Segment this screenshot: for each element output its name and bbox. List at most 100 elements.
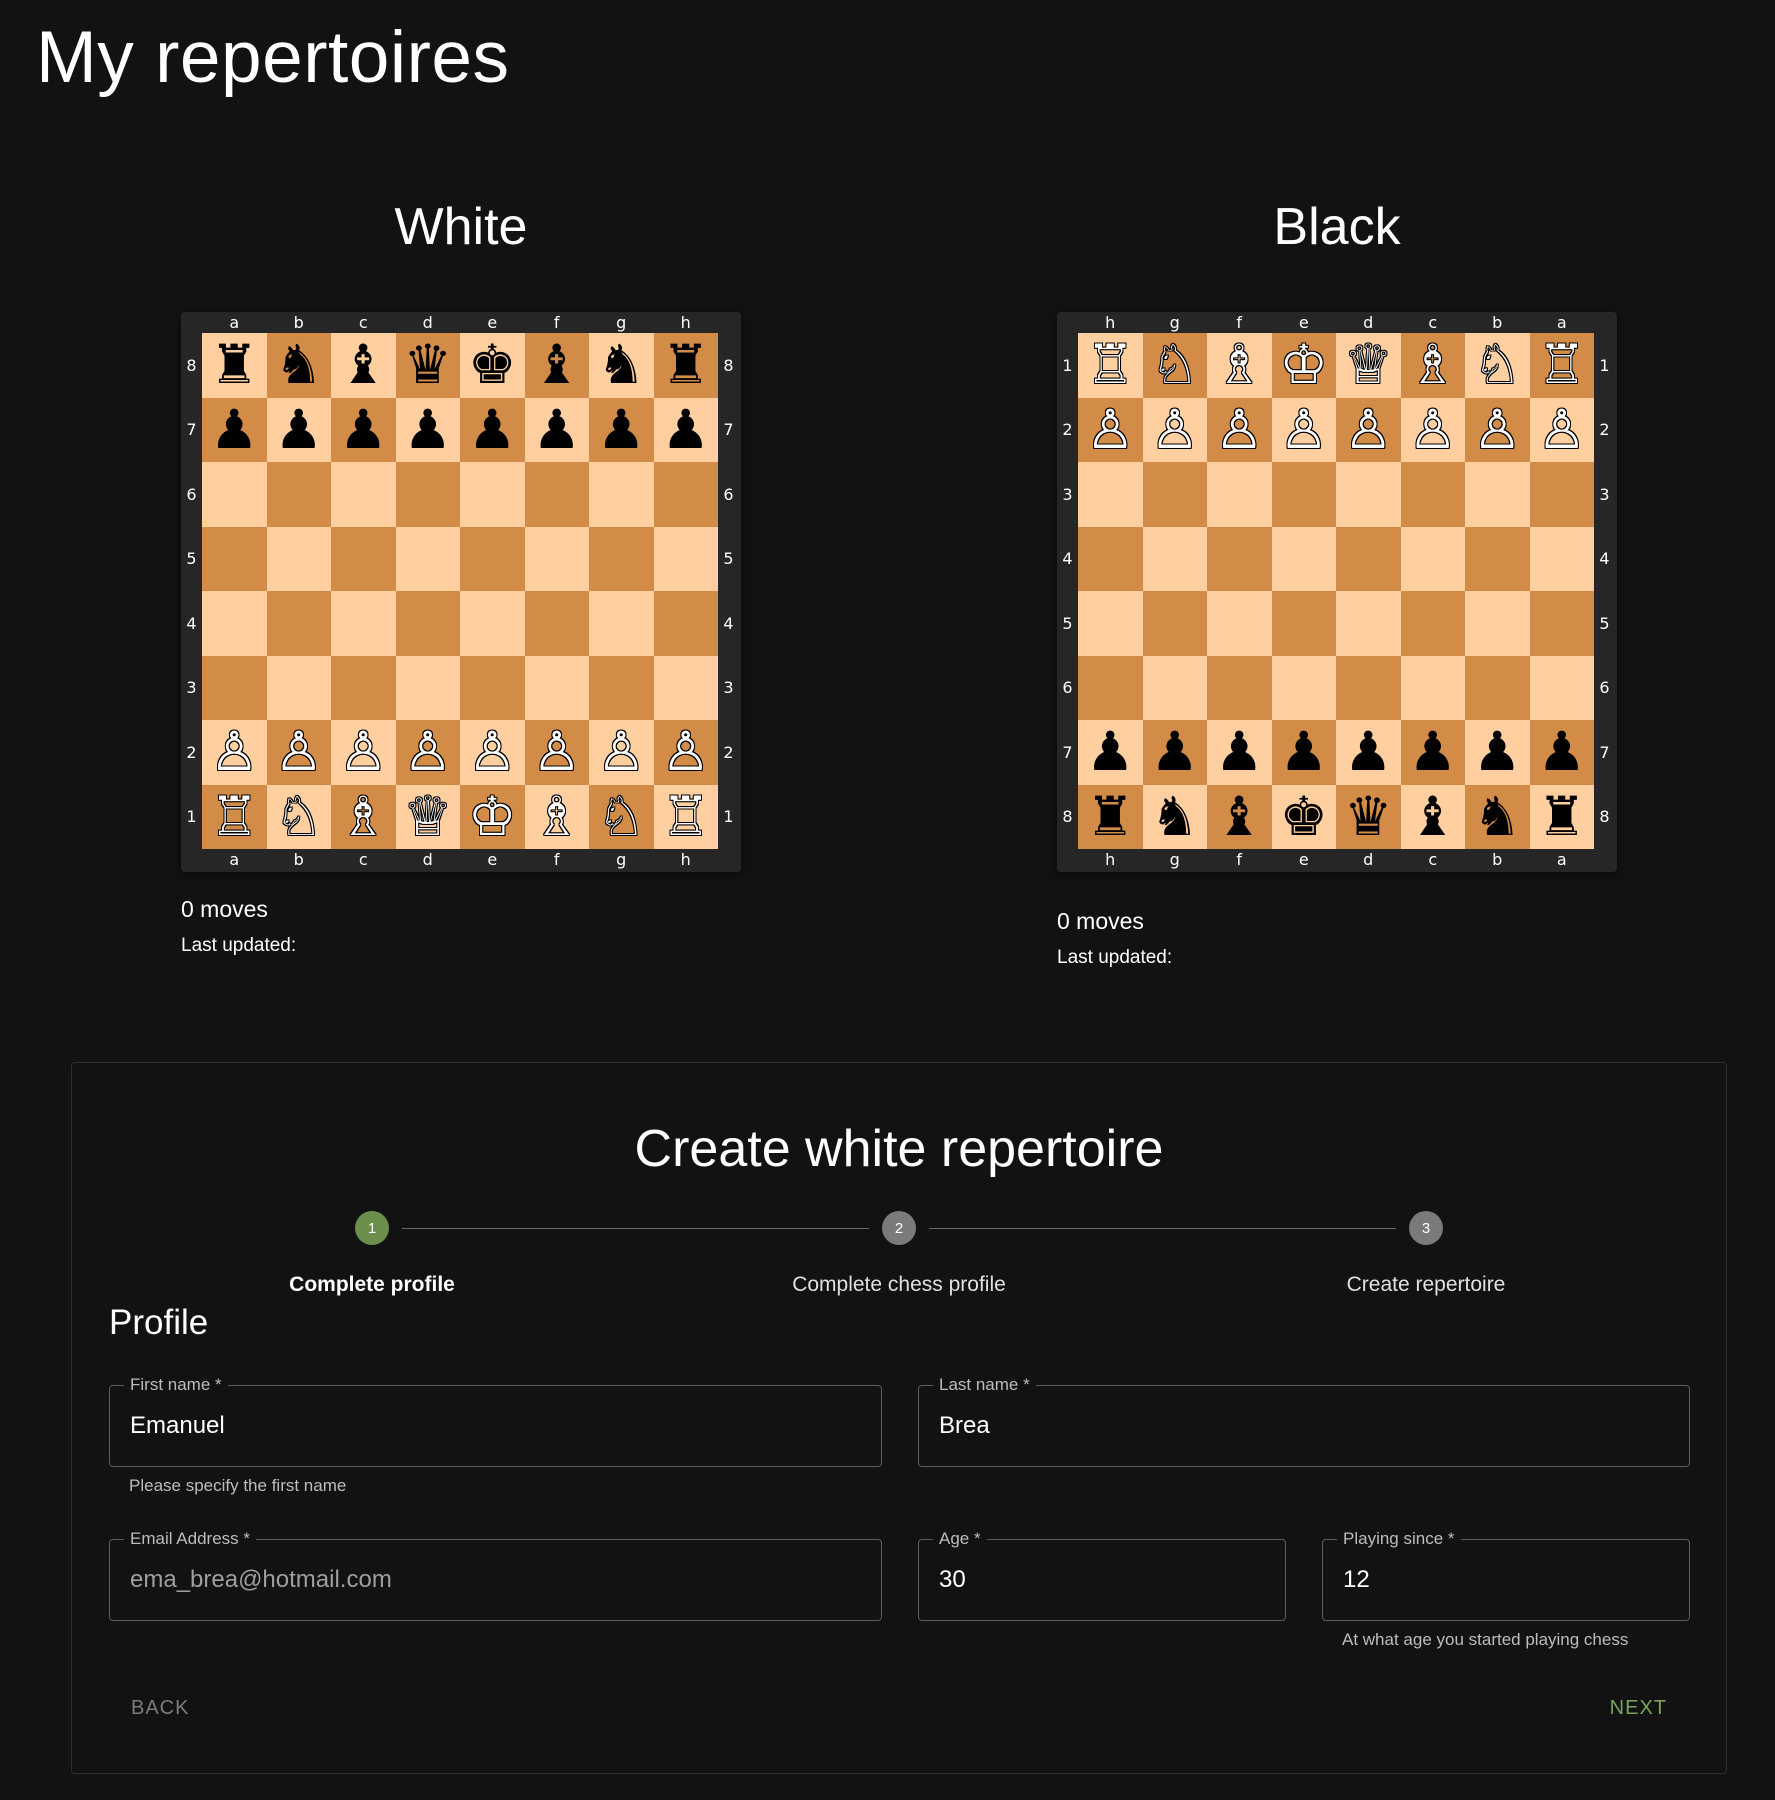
black-knight-icon[interactable]: ♞ xyxy=(1151,789,1199,844)
board-square-e4[interactable] xyxy=(1271,526,1336,591)
black-pawn-icon[interactable]: ♟ xyxy=(1151,725,1199,779)
black-rook-icon[interactable]: ♜ xyxy=(1086,789,1134,844)
back-button[interactable]: BACK xyxy=(123,1691,197,1726)
board-square-d1[interactable]: ♕ xyxy=(395,784,460,849)
board-square-b4[interactable] xyxy=(266,591,331,656)
white-pawn-icon[interactable]: ♙ xyxy=(1151,402,1199,457)
board-square-c5[interactable] xyxy=(1400,591,1465,656)
white-knight-icon[interactable]: ♘ xyxy=(1151,338,1199,392)
board-square-c7[interactable]: ♟ xyxy=(331,397,396,462)
board-square-g7[interactable]: ♟ xyxy=(589,397,654,462)
board-square-g2[interactable]: ♙ xyxy=(1142,397,1207,462)
board-square-a4[interactable] xyxy=(1529,526,1594,591)
black-pawn-icon[interactable]: ♟ xyxy=(1215,725,1263,779)
board-square-b6[interactable] xyxy=(1465,655,1530,720)
board-square-e2[interactable]: ♙ xyxy=(460,720,525,785)
board-square-a5[interactable] xyxy=(1529,591,1594,656)
board-square-d8[interactable]: ♛ xyxy=(395,333,460,398)
black-bishop-icon[interactable]: ♝ xyxy=(1409,789,1457,844)
black-king-icon[interactable]: ♚ xyxy=(468,338,516,392)
board-square-f3[interactable] xyxy=(1207,462,1272,527)
board-square-a7[interactable]: ♟ xyxy=(1529,720,1594,785)
black-rook-icon[interactable]: ♜ xyxy=(210,338,258,392)
chessboard-black[interactable]: h g f e d c b a 1 2 3 4 5 6 7 8 ♖ ♘ ♗ ♔ ♕ ♗ ♘ ♖ ♙ ♙ ♙ ♙ ♙ ♙ ♙ ♙ ♟ ♟ ♟ ♟ ♟ ♟… xyxy=(1057,312,1617,872)
board-square-f7[interactable]: ♟ xyxy=(524,397,589,462)
board-square-a2[interactable]: ♙ xyxy=(1529,397,1594,462)
board-square-b2[interactable]: ♙ xyxy=(1465,397,1530,462)
board-square-g6[interactable] xyxy=(589,462,654,527)
board-square-h2[interactable]: ♙ xyxy=(1078,397,1143,462)
white-pawn-icon[interactable]: ♙ xyxy=(1344,402,1392,457)
black-pawn-icon[interactable]: ♟ xyxy=(597,402,645,457)
white-pawn-icon[interactable]: ♙ xyxy=(1086,402,1134,457)
board-square-c1[interactable]: ♗ xyxy=(1400,333,1465,398)
board-square-f4[interactable] xyxy=(524,591,589,656)
board-square-a8[interactable]: ♜ xyxy=(1529,784,1594,849)
board-square-h1[interactable]: ♖ xyxy=(653,784,718,849)
black-bishop-icon[interactable]: ♝ xyxy=(1215,789,1263,844)
board-square-a4[interactable] xyxy=(202,591,267,656)
board-square-g4[interactable] xyxy=(589,591,654,656)
black-knight-icon[interactable]: ♞ xyxy=(275,338,323,392)
board-square-d6[interactable] xyxy=(395,462,460,527)
white-pawn-icon[interactable]: ♙ xyxy=(339,725,387,779)
black-queen-icon[interactable]: ♛ xyxy=(404,338,452,392)
white-pawn-icon[interactable]: ♙ xyxy=(662,725,710,779)
board-square-d3[interactable] xyxy=(395,655,460,720)
board-square-h2[interactable]: ♙ xyxy=(653,720,718,785)
white-pawn-icon[interactable]: ♙ xyxy=(210,725,258,779)
board-square-a8[interactable]: ♜ xyxy=(202,333,267,398)
board-square-d3[interactable] xyxy=(1336,462,1401,527)
black-pawn-icon[interactable]: ♟ xyxy=(339,402,387,457)
board-square-c6[interactable] xyxy=(331,462,396,527)
board-square-h3[interactable] xyxy=(653,655,718,720)
white-knight-icon[interactable]: ♘ xyxy=(1473,338,1521,392)
board-square-c4[interactable] xyxy=(331,591,396,656)
board-square-g1[interactable]: ♘ xyxy=(1142,333,1207,398)
black-bishop-icon[interactable]: ♝ xyxy=(339,338,387,392)
board-square-a5[interactable] xyxy=(202,526,267,591)
white-knight-icon[interactable]: ♘ xyxy=(597,789,645,844)
board-square-f6[interactable] xyxy=(1207,655,1272,720)
board-square-g5[interactable] xyxy=(589,526,654,591)
board-square-c8[interactable]: ♝ xyxy=(331,333,396,398)
repertoire-white[interactable]: White a b c d e f g h 8 7 6 5 4 3 2 1 ♜ ♞ ♝ ♛ ♚ ♝ ♞ ♜ ♟ ♟ ♟ ♟ ♟ ♟ ♟ ♟… xyxy=(181,190,741,956)
white-bishop-icon[interactable]: ♗ xyxy=(533,789,581,844)
white-rook-icon[interactable]: ♖ xyxy=(1086,338,1134,392)
board-square-c8[interactable]: ♝ xyxy=(1400,784,1465,849)
board-square-b8[interactable]: ♞ xyxy=(1465,784,1530,849)
board-square-b5[interactable] xyxy=(1465,591,1530,656)
white-pawn-icon[interactable]: ♙ xyxy=(1473,402,1521,457)
playing-since-input[interactable] xyxy=(1343,1540,1669,1620)
board-square-a6[interactable] xyxy=(1529,655,1594,720)
white-rook-icon[interactable]: ♖ xyxy=(662,789,710,844)
black-pawn-icon[interactable]: ♟ xyxy=(1473,725,1521,779)
board-square-d4[interactable] xyxy=(395,591,460,656)
white-pawn-icon[interactable]: ♙ xyxy=(275,725,323,779)
board-square-d8[interactable]: ♛ xyxy=(1336,784,1401,849)
white-rook-icon[interactable]: ♖ xyxy=(210,789,258,844)
board-square-d6[interactable] xyxy=(1336,655,1401,720)
board-square-g6[interactable] xyxy=(1142,655,1207,720)
black-bishop-icon[interactable]: ♝ xyxy=(533,338,581,392)
board-square-e3[interactable] xyxy=(1271,462,1336,527)
board-square-c1[interactable]: ♗ xyxy=(331,784,396,849)
board-square-h4[interactable] xyxy=(1078,526,1143,591)
white-bishop-icon[interactable]: ♗ xyxy=(339,789,387,844)
board-square-b7[interactable]: ♟ xyxy=(1465,720,1530,785)
board-square-b7[interactable]: ♟ xyxy=(266,397,331,462)
board-square-c7[interactable]: ♟ xyxy=(1400,720,1465,785)
white-rook-icon[interactable]: ♖ xyxy=(1538,338,1586,392)
board-square-b3[interactable] xyxy=(266,655,331,720)
board-square-a2[interactable]: ♙ xyxy=(202,720,267,785)
black-king-icon[interactable]: ♚ xyxy=(1280,789,1328,844)
board-square-a6[interactable] xyxy=(202,462,267,527)
email-input[interactable] xyxy=(130,1540,861,1620)
white-queen-icon[interactable]: ♕ xyxy=(1344,338,1392,392)
board-square-h5[interactable] xyxy=(1078,591,1143,656)
board-square-e6[interactable] xyxy=(460,462,525,527)
black-pawn-icon[interactable]: ♟ xyxy=(210,402,258,457)
board-square-h1[interactable]: ♖ xyxy=(1078,333,1143,398)
board-square-g7[interactable]: ♟ xyxy=(1142,720,1207,785)
board-square-e5[interactable] xyxy=(460,526,525,591)
